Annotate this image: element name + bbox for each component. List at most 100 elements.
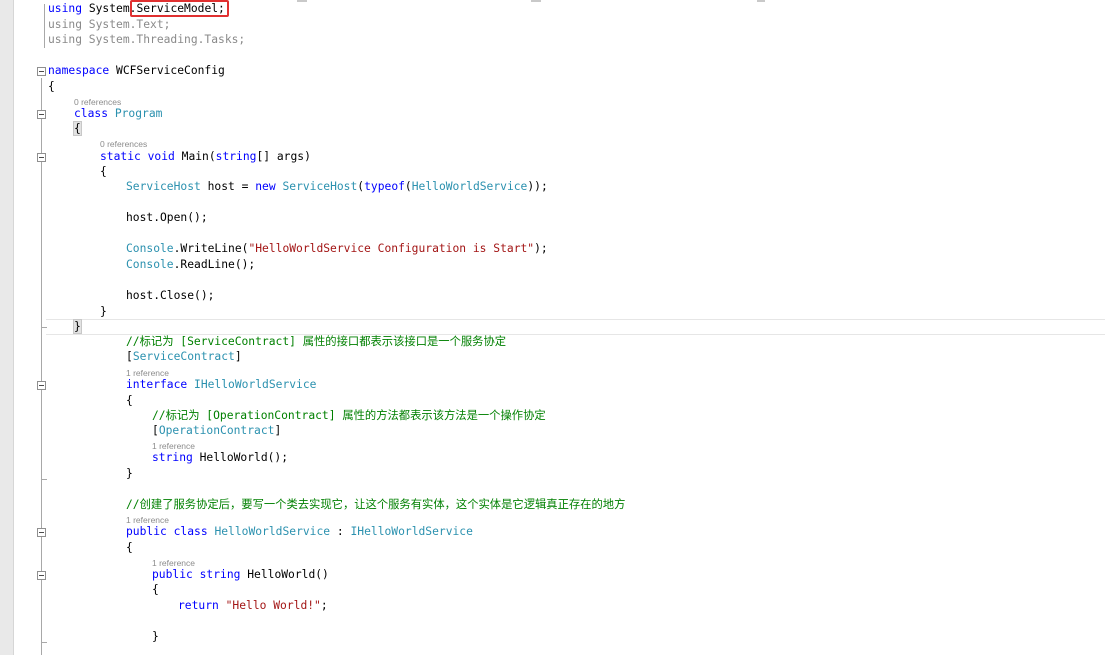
code-line-method-open[interactable]: {: [0, 582, 1105, 598]
code-token-plain: ]: [274, 424, 282, 437]
collapse-namespace-icon[interactable]: [37, 67, 46, 76]
code-line-host-close[interactable]: host.Close();: [0, 288, 1105, 304]
code-token-string: "HelloWorldService Configuration is Star…: [248, 242, 535, 255]
code-line-attr-servicecontract[interactable]: [ServiceContract]: [0, 349, 1105, 365]
code-token-plain: .WriteLine(: [173, 242, 249, 255]
code-line-class-open[interactable]: {: [0, 121, 1105, 137]
code-text: }: [73, 319, 82, 335]
collapse-method-icon[interactable]: [37, 571, 46, 580]
code-editor[interactable]: using System.ServiceModel; using System.T…: [0, 0, 1105, 655]
code-token-dimmed: using System.Threading.Tasks;: [48, 33, 246, 46]
code-token-plain: {: [100, 165, 107, 178]
code-line-using-text[interactable]: using System.Text;: [0, 17, 1105, 33]
code-line-return-stmt[interactable]: return "Hello World!";: [0, 598, 1105, 614]
code-token-plain: host.Close();: [126, 289, 215, 302]
code-line-console-readline[interactable]: Console.ReadLine();: [0, 257, 1105, 273]
code-token-plain: }: [73, 319, 82, 334]
code-line-namespace-open[interactable]: {: [0, 79, 1105, 95]
code-line-namespace-decl[interactable]: namespace WCFServiceConfig: [0, 63, 1105, 79]
code-text: namespace WCFServiceConfig: [48, 63, 225, 79]
code-token-keyword: public: [126, 525, 167, 538]
code-token-plain: {: [48, 80, 55, 93]
code-token-plain: {: [73, 121, 82, 136]
code-text: {: [152, 582, 159, 598]
code-text: [ServiceContract]: [126, 349, 242, 365]
code-token-type: ServiceHost: [282, 180, 358, 193]
code-text: class Program: [74, 106, 162, 122]
annotation-highlight-box: [130, 0, 229, 17]
code-token-type: IHelloWorldService: [194, 378, 317, 391]
code-lens-interface[interactable]: 1 reference: [126, 368, 169, 378]
code-token-type: IHelloWorldService: [350, 525, 473, 538]
collapse-class-program-icon[interactable]: [37, 110, 46, 119]
code-token-plain: [: [152, 424, 159, 437]
code-lens-service-method[interactable]: 1 reference: [152, 558, 195, 568]
code-line-attr-operationcontract[interactable]: [OperationContract]: [0, 423, 1105, 439]
code-token-keyword: new: [255, 180, 276, 193]
code-lens-program[interactable]: 0 references: [74, 97, 121, 107]
code-token-keyword: using: [48, 2, 83, 15]
code-line-comment-implementation[interactable]: //创建了服务协定后，要写一个类去实现它，让这个服务有实体，这个实体是它逻辑真正…: [0, 497, 1105, 513]
code-line-interface-method[interactable]: string HelloWorld();: [0, 450, 1105, 466]
code-line-method-close[interactable]: }: [0, 629, 1105, 645]
code-text: {: [126, 540, 133, 556]
code-text: interface IHelloWorldService: [126, 377, 316, 393]
code-line-main-close[interactable]: }: [0, 304, 1105, 320]
code-text: {: [100, 164, 107, 180]
code-line-interface-decl[interactable]: interface IHelloWorldService: [0, 377, 1105, 393]
collapse-class-service-icon[interactable]: [37, 528, 46, 537]
code-text: {: [48, 79, 55, 95]
code-token-plain: WCFServiceConfig: [109, 64, 225, 77]
code-line-method-decl[interactable]: public string HelloWorld(): [0, 567, 1105, 583]
code-text: using System.Text;: [48, 17, 170, 33]
code-text: }: [100, 304, 107, 320]
code-token-keyword: interface: [126, 378, 188, 391]
code-line-comment-servicecontract[interactable]: //标记为 [ServiceContract] 属性的接口都表示该接口是一个服务…: [0, 334, 1105, 350]
code-token-plain: host =: [200, 180, 256, 193]
code-line-console-writeline[interactable]: Console.WriteLine("HelloWorldService Con…: [0, 241, 1105, 257]
code-token-keyword: string: [152, 451, 193, 464]
code-token-plain: }: [100, 305, 107, 318]
code-token-plain: ;: [320, 599, 328, 612]
code-text: using System.Threading.Tasks;: [48, 32, 245, 48]
collapse-interface-icon[interactable]: [37, 381, 46, 390]
code-line-class-close[interactable]: }: [0, 319, 1105, 335]
code-token-type: Console: [126, 258, 174, 271]
code-line-host-open[interactable]: host.Open();: [0, 210, 1105, 226]
code-line-interface-open[interactable]: {: [0, 393, 1105, 409]
code-token-keyword: typeof: [364, 180, 405, 193]
code-token-keyword: class: [173, 525, 208, 538]
code-token-keyword: string: [199, 568, 241, 581]
code-line-class-program[interactable]: class Program: [0, 106, 1105, 122]
code-token-plain: {: [126, 394, 133, 407]
code-line-using-tasks[interactable]: using System.Threading.Tasks;: [0, 32, 1105, 48]
code-token-plain: HelloWorld();: [192, 451, 289, 464]
code-token-type: ServiceHost: [126, 180, 201, 193]
collapse-main-icon[interactable]: [37, 153, 46, 162]
code-line-interface-close[interactable]: }: [0, 466, 1105, 482]
code-text: }: [152, 629, 159, 645]
code-token-string: "Hello World!": [225, 599, 321, 612]
code-token-type: OperationContract: [158, 424, 275, 437]
code-line-comment-operationcontract[interactable]: //标记为 [OperationContract] 属性的方法都表示该方法是一个…: [0, 408, 1105, 424]
code-text: return "Hello World!";: [178, 598, 328, 614]
code-line-main-open[interactable]: {: [0, 164, 1105, 180]
code-lens-main[interactable]: 0 references: [100, 139, 147, 149]
code-lens-service-class[interactable]: 1 reference: [126, 515, 169, 525]
code-line-host-new[interactable]: ServiceHost host = new ServiceHost (typeo…: [0, 179, 1105, 195]
code-text: Console.WriteLine("HelloWorldService Con…: [126, 241, 548, 257]
outline-end-tick: [42, 327, 47, 328]
code-line-main-decl[interactable]: static void Main(string[] args): [0, 149, 1105, 165]
code-lens-interface-method[interactable]: 1 reference: [152, 441, 195, 451]
code-line-class-service-decl[interactable]: public class HelloWorldService : IHelloW…: [0, 524, 1105, 540]
code-text: }: [126, 466, 133, 482]
code-token-keyword: class: [74, 107, 109, 120]
code-text: {: [73, 121, 82, 137]
code-token-plain: :: [330, 525, 351, 538]
code-token-keyword: return: [178, 599, 219, 612]
code-text: static void Main(string[] args): [100, 149, 311, 165]
code-line-class-service-open[interactable]: {: [0, 540, 1105, 556]
code-token-plain: ));: [527, 180, 548, 193]
